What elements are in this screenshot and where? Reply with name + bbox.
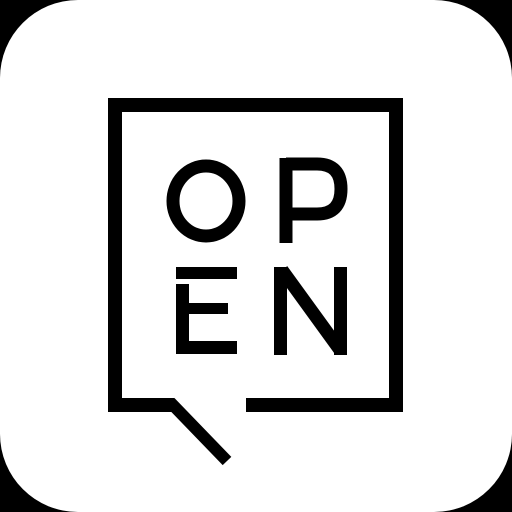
speech-bubble-icon <box>108 98 403 466</box>
letter-o <box>166 159 246 243</box>
open-logo <box>108 98 403 466</box>
app-icon[interactable] <box>0 0 512 512</box>
letter-n <box>274 266 347 355</box>
letter-e <box>176 267 237 354</box>
letter-p <box>279 157 348 243</box>
open-wordmark <box>166 157 348 355</box>
